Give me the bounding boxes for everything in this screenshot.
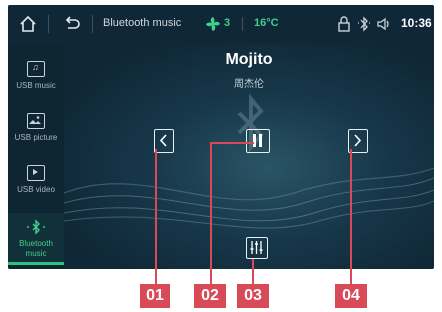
picture-file-icon <box>27 113 45 129</box>
song-title: Mojito <box>225 51 273 68</box>
sidebar-item-label: USB picture <box>14 133 58 142</box>
sidebar-item-bluetooth-music[interactable]: Bluetooth music <box>8 213 64 265</box>
status-divider <box>92 15 93 33</box>
callout-leader <box>155 149 157 284</box>
callout-01: 01 <box>140 284 170 308</box>
fan-icon[interactable] <box>204 15 222 33</box>
callout-leader <box>210 142 254 144</box>
artist-name: 周杰伦 <box>234 79 264 90</box>
bluetooth-icon <box>27 219 45 235</box>
sidebar-item-label: USB video <box>17 185 55 194</box>
source-sidebar: ♫ USB music USB picture USB video Blueto… <box>8 43 64 269</box>
callout-leader <box>252 259 254 284</box>
sidebar-item-label: Bluetooth music <box>19 239 53 258</box>
screen-title: Bluetooth music <box>103 17 182 29</box>
lock-icon <box>338 16 350 32</box>
volume-icon <box>377 17 389 31</box>
callout-04: 04 <box>335 284 367 308</box>
status-divider <box>242 17 243 31</box>
head-unit-screen: Bluetooth music 3 16°C 10:36 ♫ USB music… <box>8 5 434 269</box>
back-icon[interactable] <box>62 14 82 34</box>
previous-track-button[interactable] <box>154 129 174 153</box>
status-divider <box>48 15 49 33</box>
status-bar: Bluetooth music 3 16°C 10:36 <box>8 5 434 43</box>
equalizer-icon <box>250 241 263 254</box>
callout-03: 03 <box>237 284 269 308</box>
bluetooth-status-icon <box>358 16 370 32</box>
home-icon[interactable] <box>18 14 38 34</box>
callout-leader <box>210 142 212 284</box>
equalizer-button[interactable] <box>246 237 268 259</box>
video-file-icon <box>27 165 45 181</box>
sidebar-item-label: USB music <box>16 81 56 90</box>
pause-icon <box>253 134 262 147</box>
sidebar-item-usb-picture[interactable]: USB picture <box>8 107 64 157</box>
player-area: Mojito 周杰伦 <box>64 43 434 269</box>
callout-leader <box>350 149 352 284</box>
music-file-icon: ♫ <box>27 61 45 77</box>
temperature[interactable]: 16°C <box>254 17 279 29</box>
play-pause-button[interactable] <box>246 129 270 153</box>
fan-level[interactable]: 3 <box>224 17 230 29</box>
clock: 10:36 <box>401 16 432 30</box>
sidebar-item-usb-video[interactable]: USB video <box>8 159 64 209</box>
chevron-left-icon <box>159 134 167 147</box>
callout-02: 02 <box>194 284 226 308</box>
chevron-right-icon <box>354 134 362 147</box>
sidebar-item-usb-music[interactable]: ♫ USB music <box>8 55 64 105</box>
